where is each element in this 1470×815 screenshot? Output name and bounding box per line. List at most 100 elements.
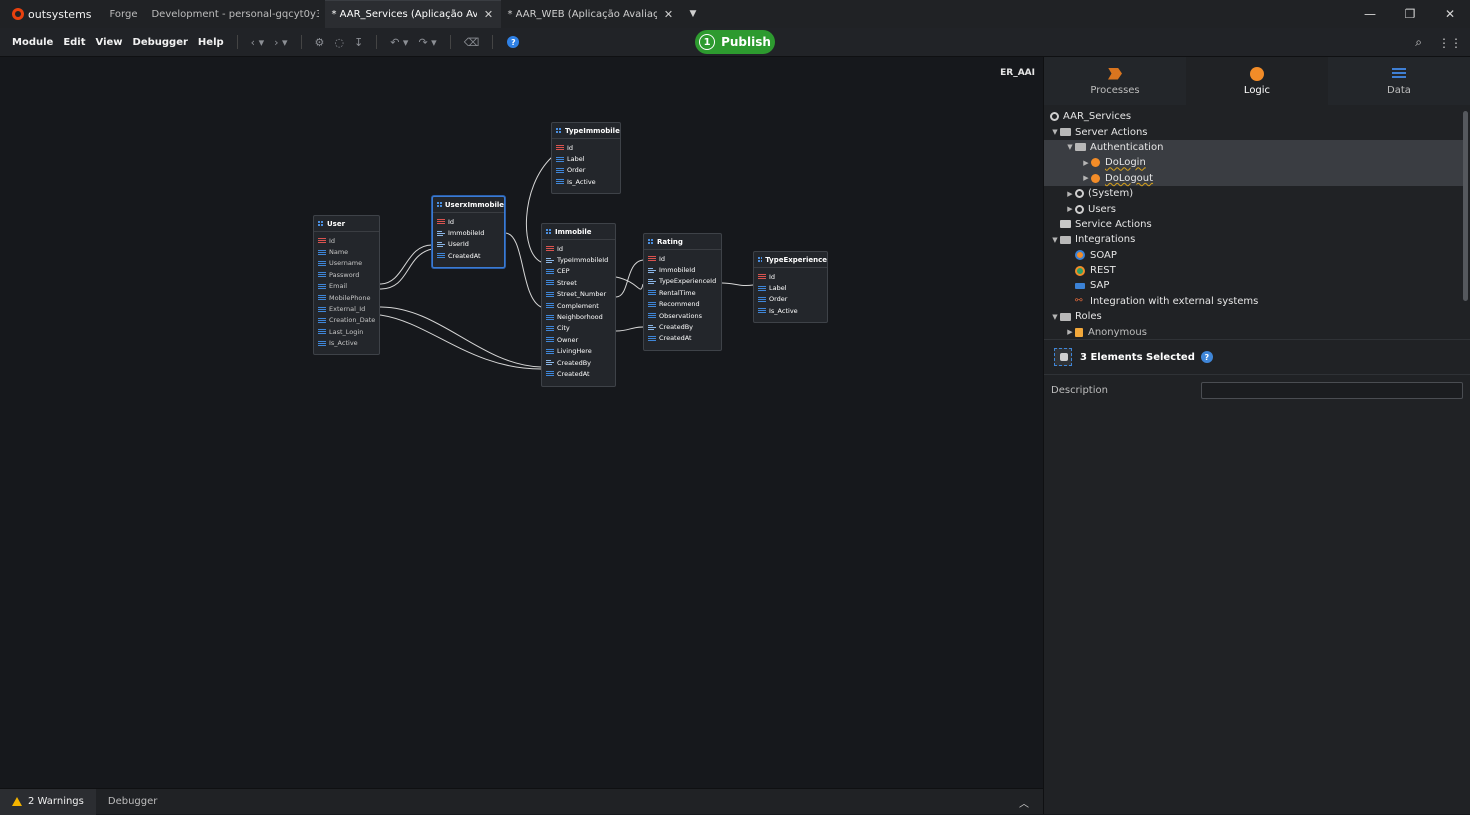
tree-item-roles[interactable]: ▼ Roles — [1044, 309, 1464, 324]
attribute-row[interactable]: Email — [318, 281, 375, 292]
chevron-right-icon[interactable]: ▶ — [1065, 190, 1075, 198]
chevron-right-icon[interactable]: ▶ — [1081, 159, 1091, 167]
tree-item-external[interactable]: ⚯ Integration with external systems — [1044, 294, 1464, 309]
chevron-down-icon[interactable]: ▼ — [1050, 128, 1060, 136]
attribute-row[interactable]: External_Id — [318, 303, 375, 314]
tree-item-dologout[interactable]: ▶ DoLogout — [1044, 170, 1464, 186]
attribute-row[interactable]: LivingHere — [546, 346, 611, 357]
chevron-down-icon[interactable]: ▼ — [1050, 236, 1060, 244]
help-icon[interactable]: ? — [1200, 351, 1213, 363]
menu-edit[interactable]: Edit — [58, 37, 90, 48]
entity-typeimmobile[interactable]: TypeImmobile Id Label Order Is_Active — [551, 122, 621, 194]
close-window-button[interactable]: ✕ — [1430, 0, 1470, 28]
attribute-row[interactable]: Label — [758, 282, 823, 293]
chevron-right-icon[interactable]: ▶ — [1065, 205, 1075, 213]
gear-icon[interactable]: ⚙ — [310, 36, 330, 49]
tab-aar-web[interactable]: * AAR_WEB (Aplicação Avaliação Im ✕ — [501, 0, 681, 28]
entity-user[interactable]: User Id Name Username Password Email Mob… — [313, 215, 380, 355]
attribute-row[interactable]: Street — [546, 277, 611, 288]
attribute-row[interactable]: Neighborhood — [546, 311, 611, 322]
chevron-down-icon[interactable]: ▼ — [1050, 313, 1060, 321]
tree-item-service-actions[interactable]: Service Actions — [1044, 217, 1464, 232]
tag-icon[interactable]: ⌫ — [459, 36, 485, 49]
tree-item-server-actions[interactable]: ▼ Server Actions — [1044, 124, 1464, 139]
chevron-down-icon[interactable]: ▼ — [1065, 143, 1075, 151]
attribute-row[interactable]: CEP — [546, 266, 611, 277]
redo-icon[interactable]: ↷ ▾ — [413, 36, 441, 49]
tree-item-integrations[interactable]: ▼ Integrations — [1044, 232, 1464, 247]
attribute-row[interactable]: Username — [318, 258, 375, 269]
tree-item-root[interactable]: AAR_Services — [1044, 109, 1464, 124]
attribute-row[interactable]: ImmobileId — [437, 227, 500, 238]
tabs-dropdown-icon[interactable]: ▼ — [681, 9, 704, 19]
attribute-row[interactable]: Complement — [546, 300, 611, 311]
back-icon[interactable]: ‹ ▾ — [246, 36, 269, 49]
attribute-row[interactable]: Order — [556, 165, 616, 176]
tree-item-soap[interactable]: SOAP — [1044, 248, 1464, 263]
entity-typeexperience[interactable]: TypeExperience Id Label Order Is_Active — [753, 251, 828, 323]
tab-aar-services[interactable]: * AAR_Services (Aplicação Avaliação ✕ — [325, 0, 502, 28]
tab-processes[interactable]: Processes — [1044, 57, 1186, 105]
attribute-row[interactable]: RentalTime — [648, 287, 717, 298]
attribute-row[interactable]: Id — [648, 253, 717, 264]
attribute-row[interactable]: CreatedBy — [546, 357, 611, 368]
minimize-button[interactable]: — — [1350, 0, 1390, 28]
search-icon[interactable]: ⌕ — [1407, 35, 1430, 50]
attribute-row[interactable]: Id — [437, 216, 500, 227]
attribute-row[interactable]: Password — [318, 269, 375, 280]
attribute-row[interactable]: Order — [758, 294, 823, 305]
help-icon[interactable]: ? — [507, 36, 520, 48]
tree-item-anonymous[interactable]: ▶ Anonymous — [1044, 324, 1464, 339]
attribute-row[interactable]: Id — [546, 243, 611, 254]
attribute-row[interactable]: Id — [556, 142, 616, 153]
attribute-row[interactable]: Creation_Date — [318, 315, 375, 326]
tree-item-system[interactable]: ▶ (System) — [1044, 186, 1464, 201]
forward-icon[interactable]: › ▾ — [269, 36, 292, 49]
description-field[interactable] — [1201, 381, 1463, 399]
publish-button[interactable]: 1 Publish — [695, 30, 775, 54]
restore-button[interactable]: ❐ — [1390, 0, 1430, 28]
attribute-row[interactable]: CreatedBy — [648, 321, 717, 332]
tab-data[interactable]: Data — [1328, 57, 1470, 105]
chevron-up-icon[interactable]: ︿ — [1019, 795, 1029, 810]
step-icon[interactable]: ↧ — [349, 36, 368, 49]
attribute-row[interactable]: Last_Login — [318, 326, 375, 337]
attribute-row[interactable]: UserId — [437, 239, 500, 250]
menu-view[interactable]: View — [91, 37, 128, 48]
attribute-row[interactable]: TypeImmobileId — [546, 254, 611, 265]
attribute-row[interactable]: MobilePhone — [318, 292, 375, 303]
breakpoint-icon[interactable]: ◌ — [329, 36, 349, 49]
menu-help[interactable]: Help — [193, 37, 229, 48]
attribute-row[interactable]: Is_Active — [318, 338, 375, 349]
tab-debugger[interactable]: Debugger — [96, 789, 170, 815]
attribute-row[interactable]: Id — [318, 235, 375, 246]
tree-item-users[interactable]: ▶ Users — [1044, 201, 1464, 216]
attribute-row[interactable]: TypeExperienceId — [648, 276, 717, 287]
entity-rating[interactable]: Rating Id ImmobileId TypeExperienceId Re… — [643, 233, 722, 351]
attribute-row[interactable]: Recommend — [648, 299, 717, 310]
tree-item-dologin[interactable]: ▶ DoLogin — [1044, 155, 1464, 171]
attribute-row[interactable]: CreatedAt — [437, 250, 500, 261]
attribute-row[interactable]: CreatedAt — [648, 333, 717, 344]
entity-userximmobile[interactable]: UserxImmobile Id ImmobileId UserId Creat… — [432, 196, 505, 268]
attribute-row[interactable]: City — [546, 323, 611, 334]
close-icon[interactable]: ✕ — [481, 8, 495, 21]
tree-scrollbar[interactable] — [1463, 111, 1468, 301]
tab-logic[interactable]: Logic — [1186, 57, 1328, 105]
attribute-row[interactable]: Owner — [546, 334, 611, 345]
attribute-row[interactable]: Is_Active — [556, 176, 616, 187]
entity-immobile[interactable]: Immobile Id TypeImmobileId CEP Street St… — [541, 223, 616, 387]
attribute-row[interactable]: Id — [758, 271, 823, 282]
apps-grid-icon[interactable]: ⋮⋮ — [1430, 36, 1470, 50]
chevron-right-icon[interactable]: ▶ — [1081, 174, 1091, 182]
attribute-row[interactable]: ImmobileId — [648, 264, 717, 275]
chevron-right-icon[interactable]: ▶ — [1065, 328, 1075, 336]
tree-item-authentication[interactable]: ▼ Authentication — [1044, 139, 1464, 156]
attribute-row[interactable]: Observations — [648, 310, 717, 321]
attribute-row[interactable]: Name — [318, 246, 375, 257]
outsystems-logo[interactable]: outsystems — [0, 0, 102, 28]
tab-development[interactable]: Development - personal-gqcyt0y3.outs — [145, 0, 325, 28]
er-diagram-canvas[interactable]: ER_AAI TypeImmobile Id Label Order Is_Ac… — [0, 57, 1043, 788]
tree-item-rest[interactable]: REST — [1044, 263, 1464, 278]
close-icon[interactable]: ✕ — [661, 8, 675, 21]
